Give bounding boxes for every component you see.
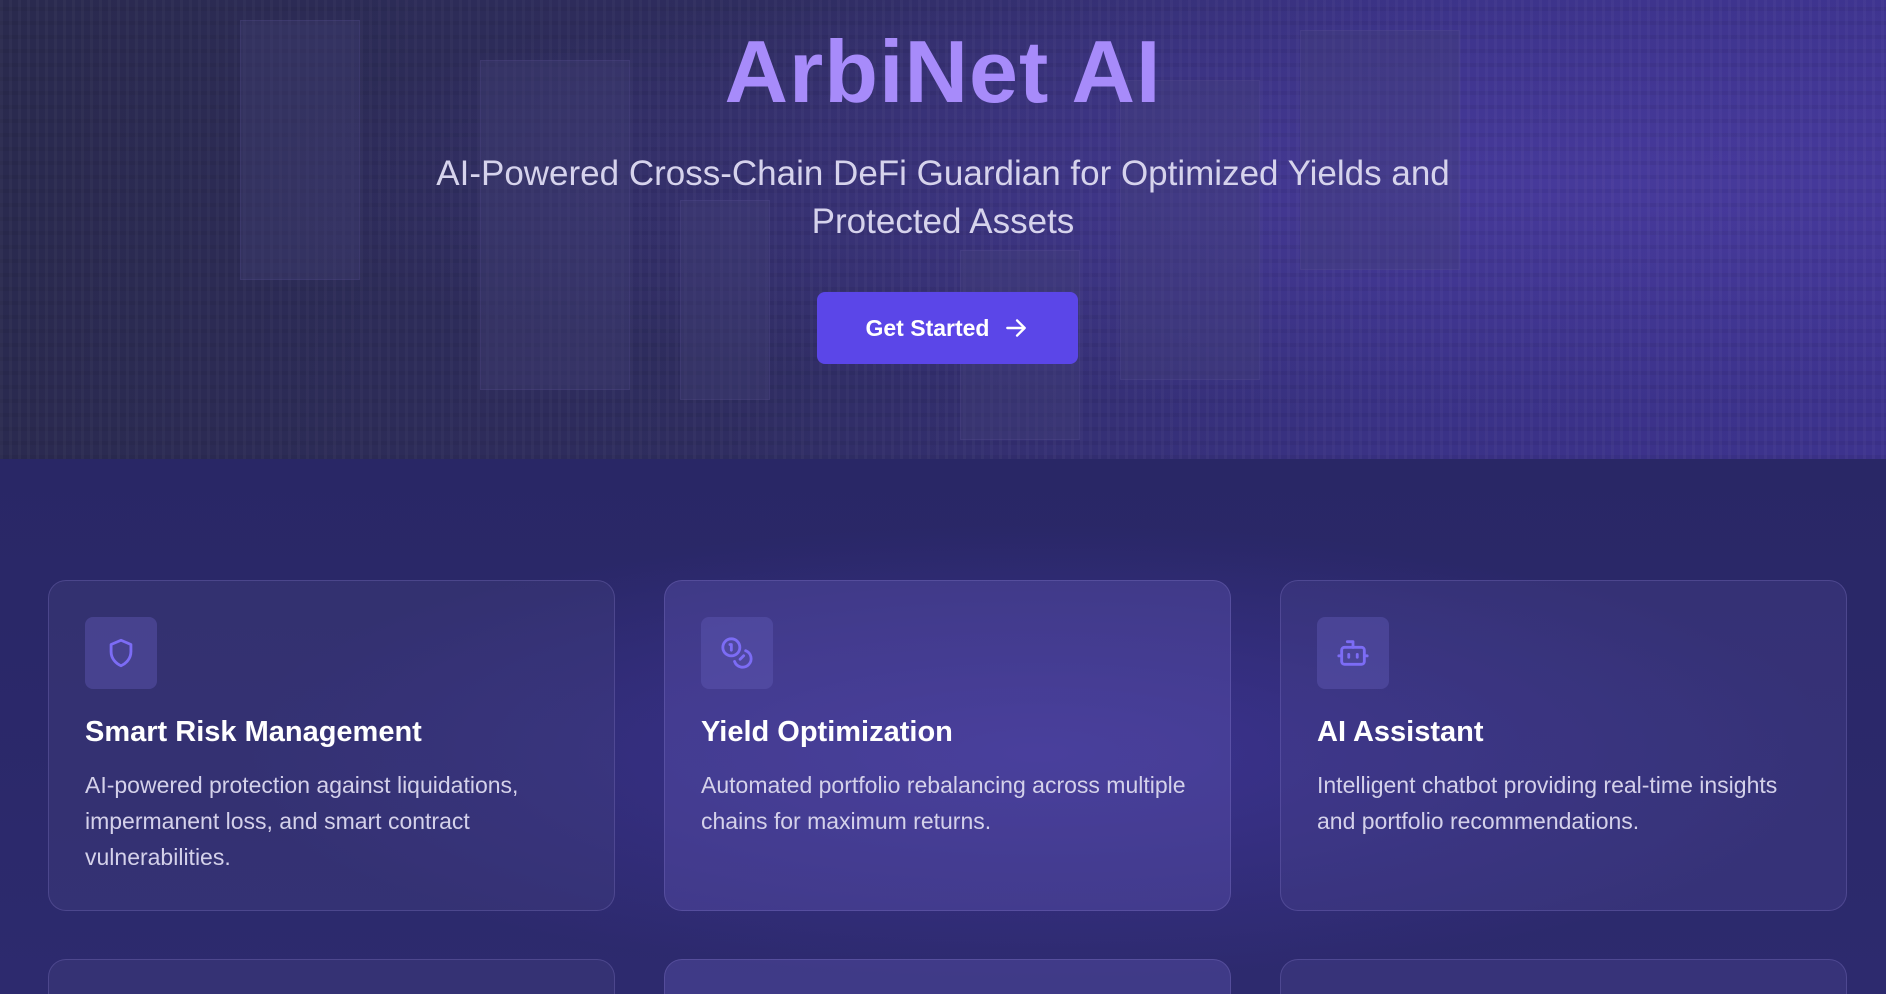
shield-icon — [109, 638, 133, 668]
feature-description: Intelligent chatbot providing real-time … — [1317, 772, 1778, 834]
bot-icon — [1337, 640, 1369, 666]
feature-card-partial — [1280, 959, 1847, 994]
feature-description: AI-powered protection against liquidatio… — [85, 772, 519, 870]
feature-icon-box — [1317, 617, 1389, 689]
feature-title: AI Assistant — [1317, 716, 1484, 748]
hero-section: ArbiNet AI AI-Powered Cross-Chain DeFi G… — [0, 0, 1886, 459]
feature-icon-box — [701, 617, 773, 689]
feature-card-partial — [664, 959, 1231, 994]
get-started-button[interactable]: Get Started — [817, 292, 1078, 364]
hero-title: ArbiNet AI — [724, 22, 1162, 121]
hero-subtitle: AI-Powered Cross-Chain DeFi Guardian for… — [436, 154, 1450, 241]
get-started-label: Get Started — [865, 314, 990, 341]
feature-card-risk: Smart Risk Management AI-powered protect… — [48, 580, 615, 911]
arrow-right-icon — [1006, 319, 1027, 337]
feature-description: Automated portfolio rebalancing across m… — [701, 772, 1186, 834]
feature-card-assistant: AI Assistant Intelligent chatbot providi… — [1280, 580, 1847, 911]
feature-card-partial — [48, 959, 615, 994]
feature-title: Smart Risk Management — [85, 716, 422, 748]
feature-card-yield: Yield Optimization Automated portfolio r… — [664, 580, 1231, 911]
feature-title: Yield Optimization — [701, 716, 953, 748]
coins-icon — [721, 637, 753, 669]
features-section: Smart Risk Management AI-powered protect… — [0, 459, 1886, 994]
feature-icon-box — [85, 617, 157, 689]
